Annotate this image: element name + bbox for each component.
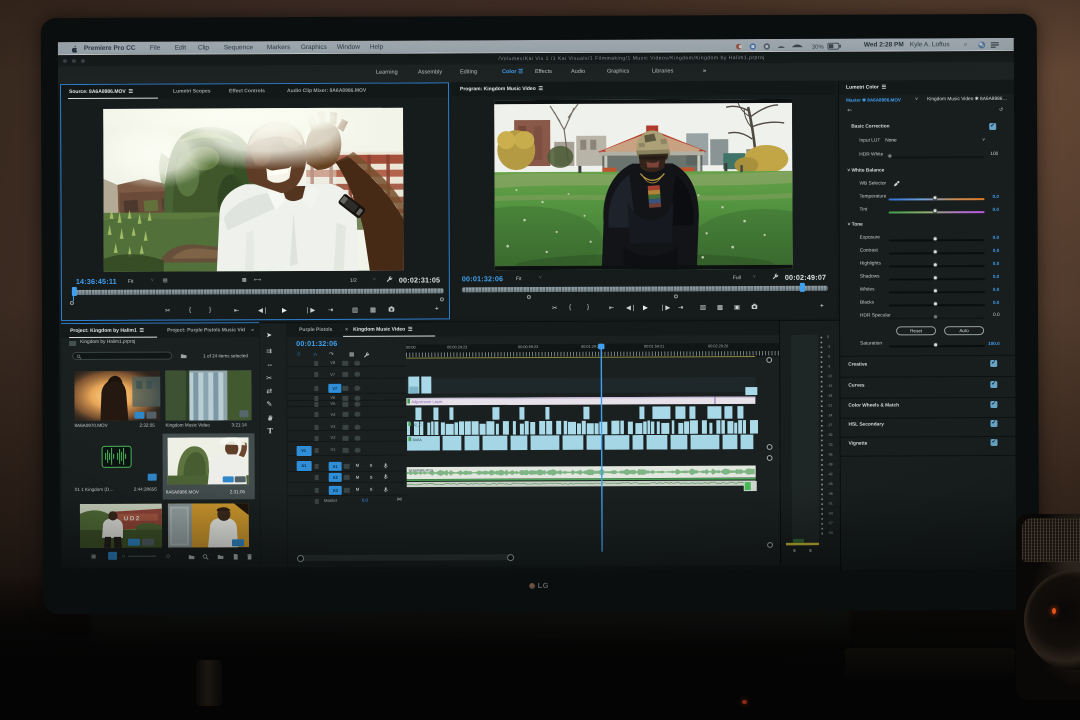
svg-text:Adjustment Layer: Adjustment Layer <box>411 399 443 404</box>
svg-text:-36: -36 <box>828 453 833 457</box>
svg-text:-54: -54 <box>828 511 833 515</box>
svg-text:S: S <box>793 548 796 553</box>
svg-text:8A6A: 8A6A <box>413 438 423 442</box>
svg-text:-30: -30 <box>828 433 833 437</box>
svg-text:-24: -24 <box>827 413 832 417</box>
svg-text:02_C: 02_C <box>412 423 421 427</box>
svg-text:30%: 30% <box>812 45 825 51</box>
svg-text:-45: -45 <box>828 482 833 486</box>
svg-text:-51: -51 <box>828 502 833 506</box>
svg-text:-39: -39 <box>828 462 833 466</box>
svg-text:8A6A8986.MOV: 8A6A8986.MOV <box>409 468 434 472</box>
svg-text:-6: -6 <box>827 355 830 359</box>
svg-text:-27: -27 <box>827 423 832 427</box>
svg-text:-57: -57 <box>828 521 833 525</box>
svg-text:-9: -9 <box>827 364 830 368</box>
svg-text:-12: -12 <box>827 374 832 378</box>
svg-text:0: 0 <box>827 335 829 339</box>
svg-text:-48: -48 <box>828 492 833 496</box>
svg-text:-15: -15 <box>827 384 832 388</box>
svg-text:-21: -21 <box>827 404 832 408</box>
svg-text:-60: -60 <box>828 531 833 535</box>
svg-text:U D 2: U D 2 <box>124 516 140 522</box>
svg-text:-3: -3 <box>827 345 830 349</box>
svg-text:-33: -33 <box>828 443 833 447</box>
svg-text:-42: -42 <box>828 472 833 476</box>
svg-text:S: S <box>809 548 812 553</box>
svg-text:-18: -18 <box>827 394 832 398</box>
